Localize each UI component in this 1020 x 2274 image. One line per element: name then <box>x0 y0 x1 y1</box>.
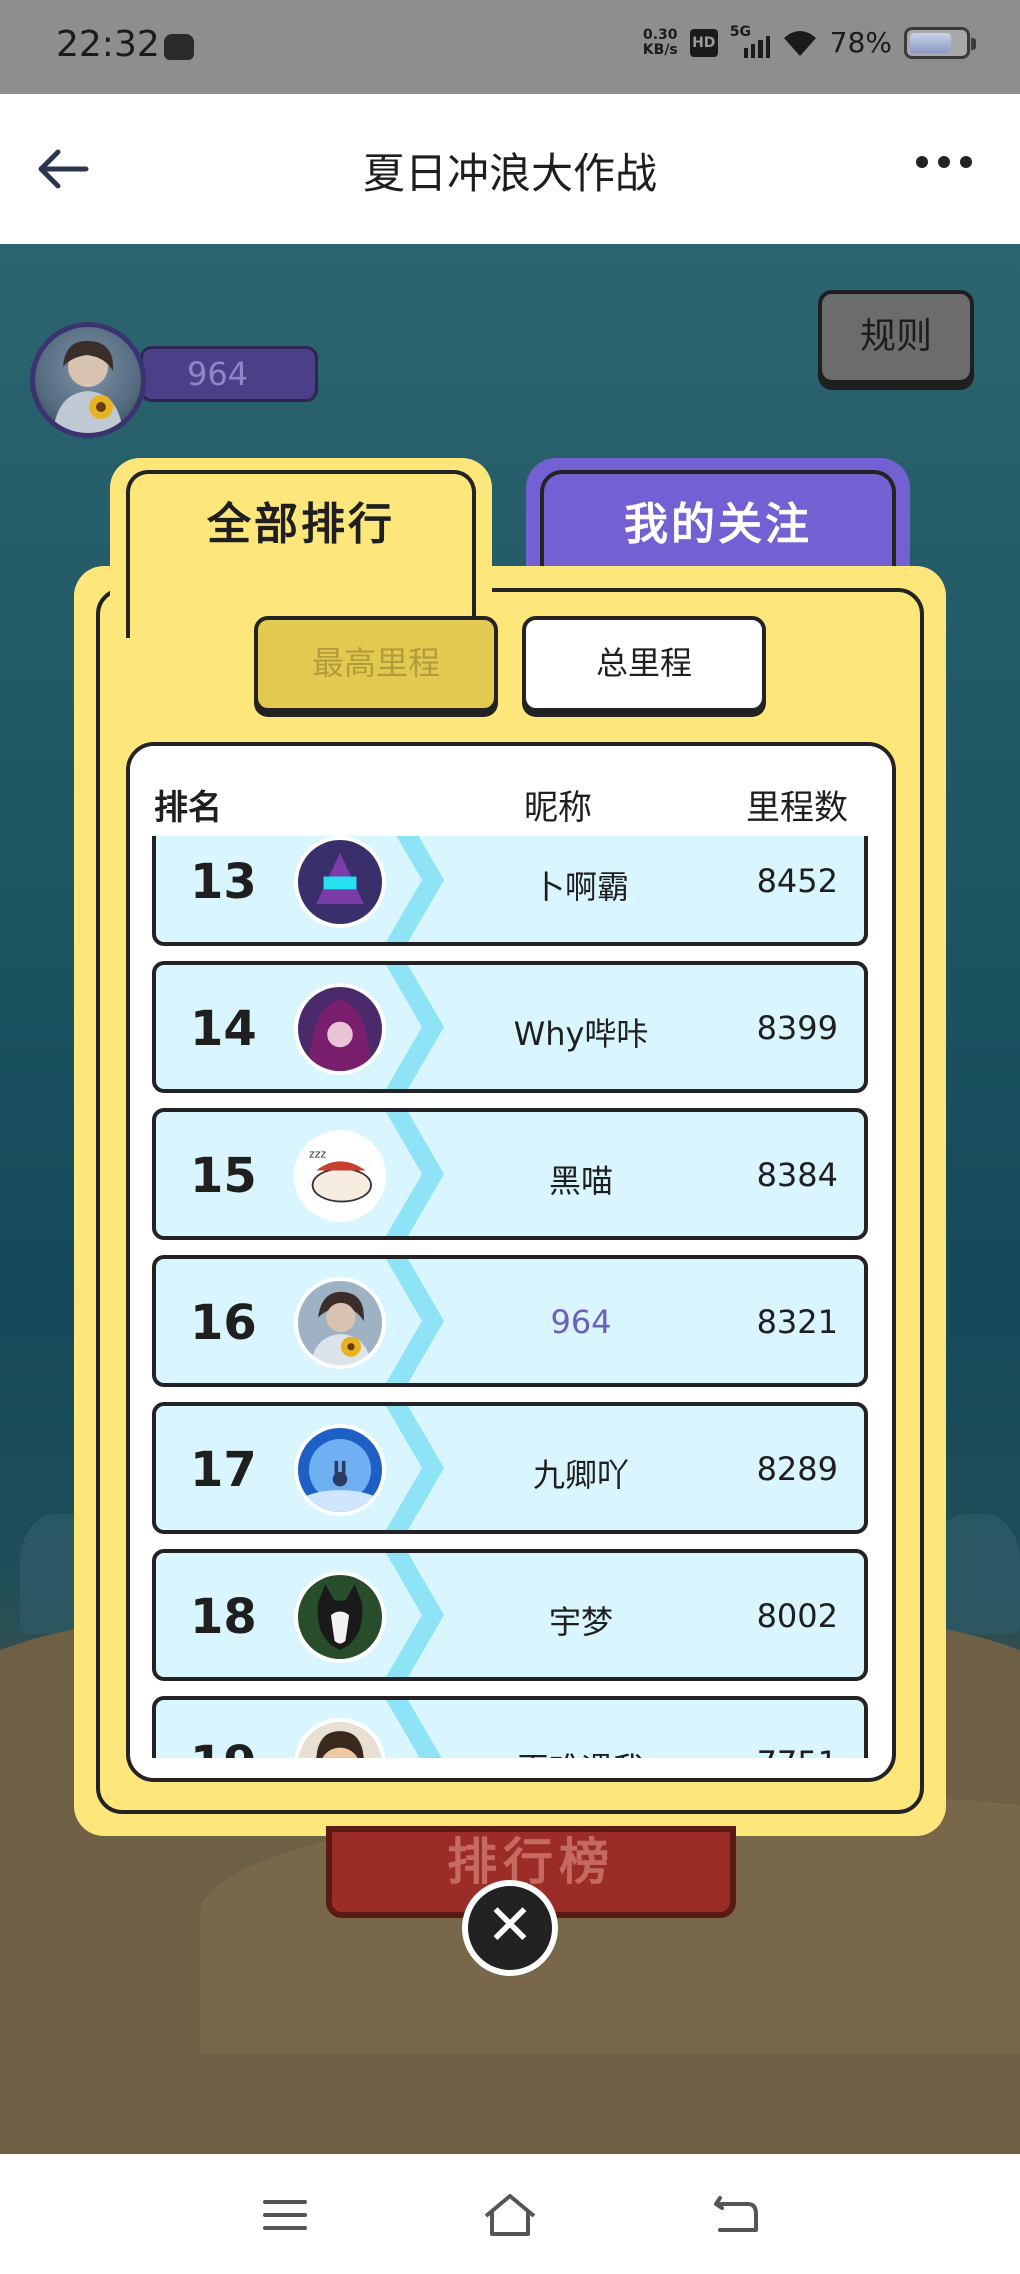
segment-highest-distance[interactable]: 最高里程 <box>254 616 498 712</box>
sleeping-cat-avatar[interactable]: zzz <box>294 1130 386 1222</box>
status-bar: 22:32 0.30 KB/s HD 5G 78% <box>0 0 1020 94</box>
close-icon[interactable]: ✕ <box>462 1880 558 1976</box>
network-speed: 0.30 KB/s <box>642 26 678 58</box>
game-area: 964 规则 我的关注 全部排行 最高里程 总里程 排名 昵称 里程数 13 卜… <box>0 244 1020 2154</box>
tab-all-ranking[interactable]: 全部排行 <box>110 458 492 638</box>
row-rank: 17 <box>190 1442 257 1498</box>
row-distance: 8321 <box>756 1303 838 1341</box>
table-row[interactable]: 13 卜啊霸 8452 <box>152 836 868 946</box>
rules-button[interactable]: 规则 <box>818 290 974 384</box>
row-rank: 16 <box>190 1295 257 1351</box>
column-distance: 里程数 <box>746 788 848 828</box>
row-rank: 13 <box>190 854 257 910</box>
table-row[interactable]: 16 964 8321 <box>152 1255 868 1387</box>
row-nickname: Why哔咔 <box>513 1015 649 1053</box>
robot-avatar[interactable] <box>294 836 386 928</box>
table-row[interactable]: 14 Why哔咔 8399 <box>152 961 868 1093</box>
user-avatar[interactable] <box>30 322 146 438</box>
row-nickname: 卜啊霸 <box>532 868 629 906</box>
tab-all-ranking-label: 全部排行 <box>207 499 395 550</box>
app-header: 夏日冲浪大作战 <box>0 94 1020 244</box>
status-time: 22:32 <box>56 24 160 65</box>
hooded-girl-avatar[interactable] <box>294 983 386 1075</box>
column-nickname: 昵称 <box>524 788 592 828</box>
wifi-icon <box>783 30 816 56</box>
network-speed-value: 0.30 <box>643 26 678 43</box>
leaderboard-list: 排名 昵称 里程数 13 卜啊霸 8452 14 Why哔咔 8399 15 zzz 黑喵 838… <box>126 742 896 1782</box>
notification-cat-icon <box>164 34 194 60</box>
row-nickname: 再难遇我 <box>456 1744 706 1758</box>
husky-avatar[interactable] <box>294 1571 386 1663</box>
system-nav-bar <box>0 2154 1020 2274</box>
status-indicators: 0.30 KB/s HD 5G 78% <box>642 24 976 59</box>
network-type: 5G <box>729 23 751 40</box>
row-chevron-decoration <box>386 836 444 942</box>
user-profile[interactable]: 964 <box>30 284 318 438</box>
table-row[interactable]: 17 九卿吖 8289 <box>152 1402 868 1534</box>
tab-following-label: 我的关注 <box>624 499 812 550</box>
list-rows: 13 卜啊霸 8452 14 Why哔咔 8399 15 zzz 黑喵 8384 16 964 8321… <box>130 836 892 1758</box>
network-speed-unit: KB/s <box>642 41 678 58</box>
row-rank: 15 <box>190 1148 257 1204</box>
row-chevron-decoration <box>386 1553 444 1677</box>
signal-icon: 5G <box>730 24 770 58</box>
glasses-boy-avatar[interactable] <box>294 1718 386 1758</box>
list-scroll-area[interactable]: 13 卜啊霸 8452 14 Why哔咔 8399 15 zzz 黑喵 8384 16 964 8321… <box>130 836 892 1758</box>
row-nickname: 黑喵 <box>548 1162 613 1200</box>
row-distance: 8002 <box>756 1597 838 1635</box>
more-options-icon[interactable] <box>916 156 972 168</box>
segment-total-distance[interactable]: 总里程 <box>522 616 766 712</box>
row-chevron-decoration <box>386 1406 444 1530</box>
row-distance: 8452 <box>756 862 838 900</box>
row-distance: 7751 <box>757 1744 838 1758</box>
table-row[interactable]: 15 zzz 黑喵 8384 <box>152 1108 868 1240</box>
row-nickname: 964 <box>550 1303 612 1341</box>
row-chevron-decoration <box>386 1700 442 1758</box>
row-rank: 19 <box>190 1736 257 1758</box>
table-row[interactable]: 19 再难遇我 7751 <box>152 1696 868 1758</box>
battery-level <box>910 32 952 53</box>
row-distance: 8384 <box>756 1156 838 1194</box>
back-icon[interactable] <box>706 2190 766 2240</box>
user-score: 964 <box>140 346 318 402</box>
table-row[interactable]: 18 宇梦 8002 <box>152 1549 868 1681</box>
row-distance: 8399 <box>756 1009 838 1047</box>
row-chevron-decoration <box>386 965 444 1089</box>
row-nickname: 宇梦 <box>548 1603 613 1641</box>
svg-text:zzz: zzz <box>309 1148 326 1161</box>
tab-following[interactable]: 我的关注 <box>526 458 910 584</box>
row-distance: 8289 <box>756 1450 838 1488</box>
row-rank: 18 <box>190 1589 257 1645</box>
page-title: 夏日冲浪大作战 <box>362 149 657 198</box>
home-icon[interactable] <box>480 2190 540 2240</box>
battery-icon <box>904 26 976 59</box>
menu-icon[interactable] <box>255 2190 315 2240</box>
table-header: 排名 昵称 里程数 <box>130 746 892 836</box>
moon-rabbit-avatar[interactable] <box>294 1424 386 1516</box>
row-chevron-decoration <box>386 1112 444 1236</box>
column-rank: 排名 <box>154 788 222 828</box>
battery-percent: 78% <box>829 26 892 59</box>
row-rank: 14 <box>190 1001 257 1057</box>
sunflower-girl-avatar[interactable] <box>294 1277 386 1369</box>
row-chevron-decoration <box>386 1259 444 1383</box>
hd-icon: HD <box>689 28 718 57</box>
row-nickname: 九卿吖 <box>532 1456 629 1494</box>
